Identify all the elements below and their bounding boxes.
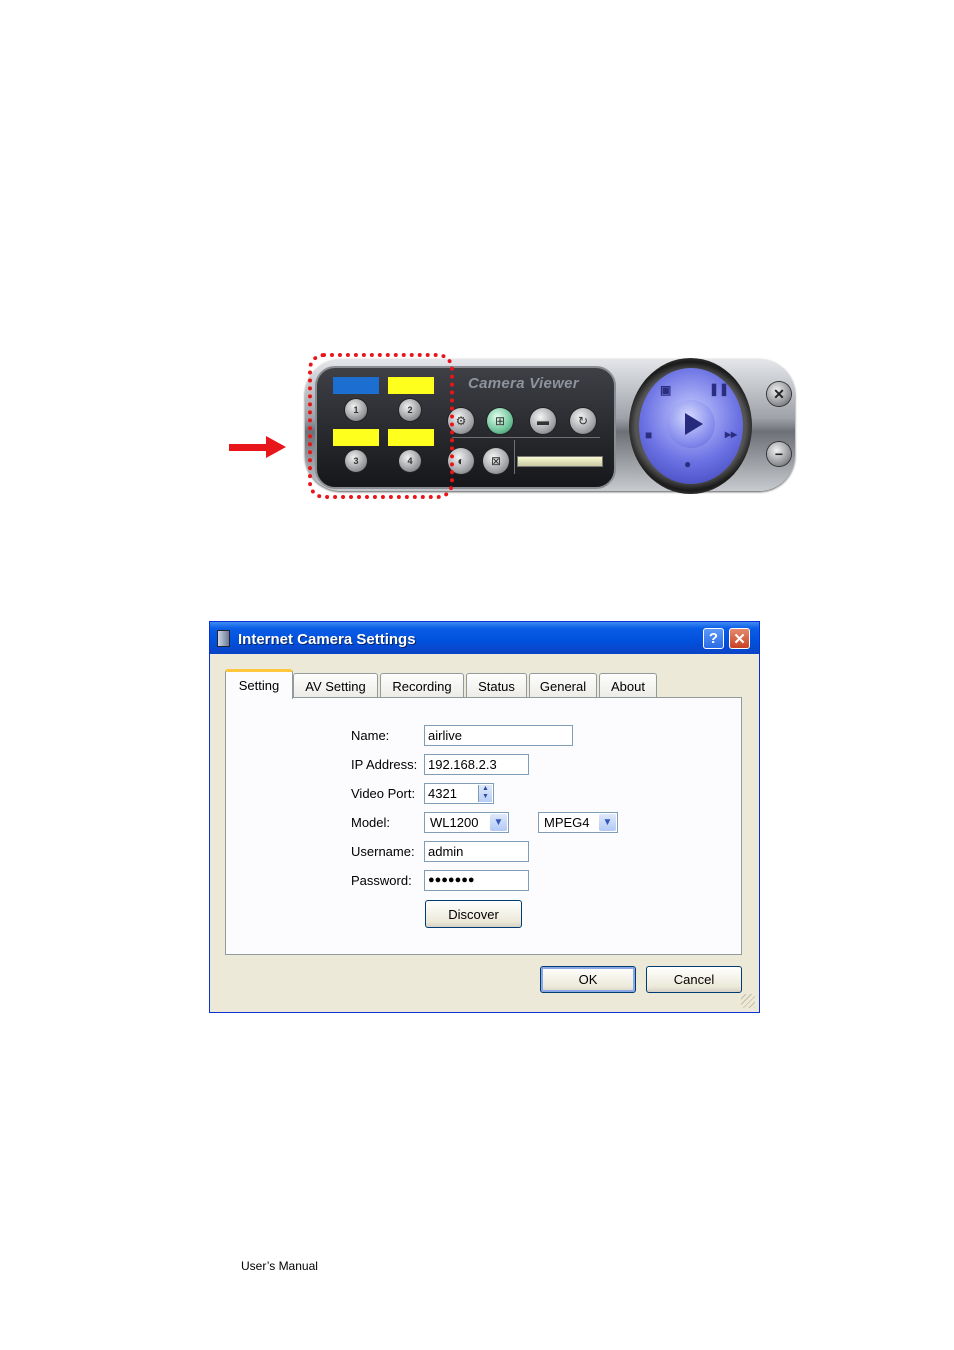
chevron-down-icon[interactable]: ▼ (599, 814, 616, 831)
settings-dialog: Internet Camera Settings ? ✕ Setting AV … (209, 621, 760, 1013)
password-input[interactable]: ●●●●●●● (424, 870, 529, 891)
name-input[interactable]: airlive (424, 725, 573, 746)
name-label: Name: (351, 728, 390, 743)
red-arrow-icon (266, 436, 286, 458)
discover-button[interactable]: Discover (425, 900, 522, 928)
ok-button[interactable]: OK (540, 966, 636, 993)
play-icon (684, 413, 703, 435)
fast-forward-icon[interactable]: ▸▸ (725, 427, 737, 441)
video-port-label: Video Port: (351, 786, 416, 801)
stop-icon[interactable]: ■ (645, 428, 652, 442)
cancel-button[interactable]: Cancel (646, 966, 742, 993)
dialog-titlebar: Internet Camera Settings ? ✕ (210, 622, 759, 654)
refresh-icon[interactable]: ↻ (570, 408, 596, 434)
close-icon[interactable]: ✕ (767, 382, 791, 406)
camera-app-icon (217, 630, 230, 647)
model-value: WL1200 (430, 815, 479, 830)
tab-status[interactable]: Status (466, 673, 527, 698)
tab-general[interactable]: General (529, 673, 597, 698)
model-label: Model: (351, 815, 391, 830)
codec-value: MPEG4 (544, 815, 590, 830)
tab-setting[interactable]: Setting (225, 669, 293, 699)
username-label: Username: (351, 844, 415, 859)
minimize-icon[interactable]: − (767, 442, 791, 466)
viewer-title: Camera Viewer (468, 375, 579, 392)
username-input[interactable]: admin (424, 841, 529, 862)
ip-address-input[interactable]: 192.168.2.3 (424, 754, 529, 775)
video-port-value: 4321 (428, 786, 457, 801)
volume-slider[interactable] (517, 456, 603, 467)
pause-icon[interactable]: ❚❚ (709, 382, 729, 396)
snapshot-camera-icon[interactable]: ▣ (660, 383, 671, 397)
panel-divider (452, 437, 600, 438)
spin-arrows-icon[interactable]: ▲ ▼ (478, 785, 492, 802)
footer-text: User’s Manual (241, 1259, 318, 1273)
red-arrow-shaft (229, 444, 269, 451)
tab-av-setting[interactable]: AV Setting (293, 673, 378, 698)
highlight-dotted-box (308, 353, 454, 499)
password-label: Password: (351, 873, 412, 888)
dialog-title: Internet Camera Settings (238, 631, 416, 648)
help-button[interactable]: ? (703, 628, 724, 649)
codec-select[interactable]: MPEG4 ▼ (538, 812, 618, 833)
dialog-close-button[interactable]: ✕ (729, 628, 750, 649)
tab-about[interactable]: About (599, 673, 657, 698)
chevron-down-icon[interactable]: ▼ (490, 814, 507, 831)
tab-recording[interactable]: Recording (380, 673, 464, 698)
video-port-input[interactable]: 4321 ▲ ▼ (424, 783, 494, 804)
play-button[interactable] (667, 400, 715, 448)
record-icon[interactable]: ● (684, 457, 691, 471)
quad-view-icon[interactable]: ⊞ (487, 408, 513, 434)
fullscreen-icon[interactable]: ⊠ (483, 448, 509, 474)
folder-icon[interactable]: ▬ (530, 408, 556, 434)
panel-vertical-divider (514, 440, 515, 474)
resize-grip[interactable] (741, 994, 755, 1008)
camera-viewer-widget: Camera Viewer 1 2 3 4 ⚙ ⊞ ▬ ↻ ◐ ⊠ ▣ ❚❚ ■… (0, 0, 954, 560)
model-select[interactable]: WL1200 ▼ (424, 812, 509, 833)
ip-address-label: IP Address: (351, 757, 418, 772)
